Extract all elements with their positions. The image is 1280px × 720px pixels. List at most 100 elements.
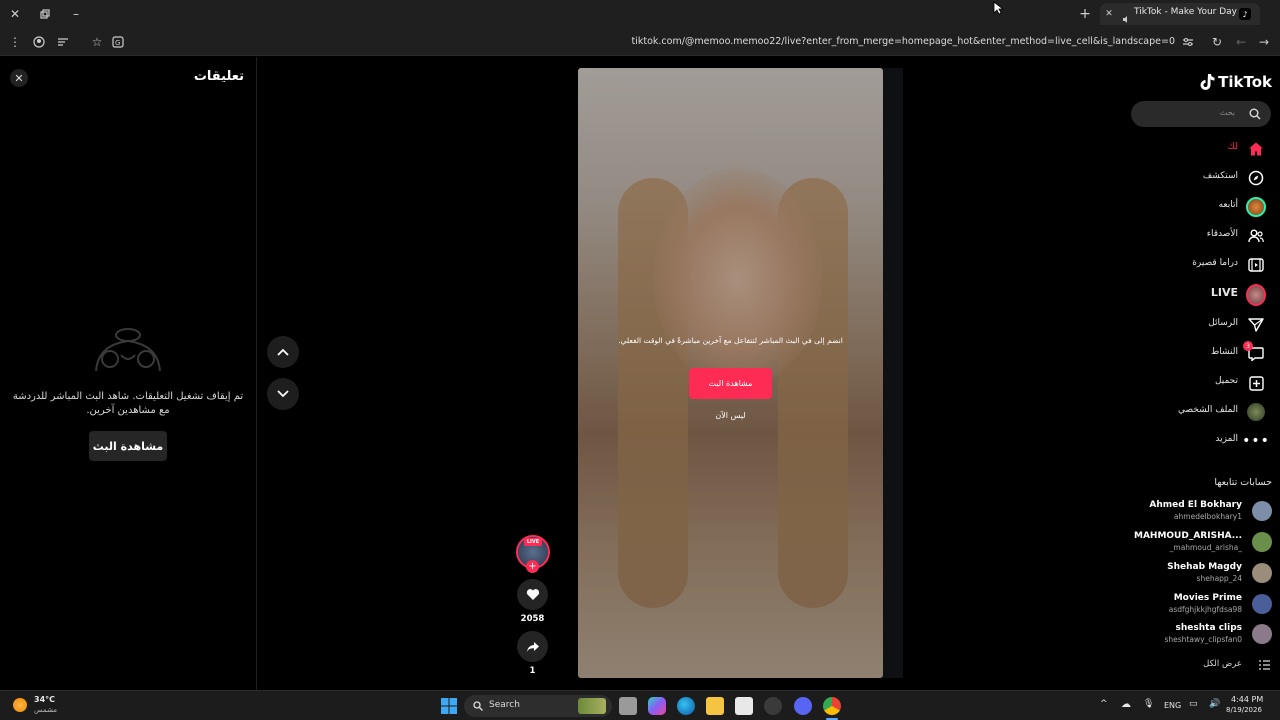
comments-off-message: تم إيقاف تشغيل التعليقات. شاهد البث المب… (12, 391, 244, 416)
not-now-link[interactable]: ليس الآن (698, 411, 763, 420)
copilot-icon[interactable] (648, 697, 666, 715)
sidebar-item-friends[interactable]: الأصدقاء (1120, 224, 1280, 248)
onedrive-cloud-icon[interactable]: ☁ (1121, 699, 1131, 710)
task-view-icon[interactable] (619, 697, 637, 715)
search-icon (473, 701, 483, 711)
browser-toolbar: ⋮ ☆ G tiktok.com/@memoo.memoo22/live?ent… (0, 28, 1280, 56)
chrome-browser-icon[interactable] (823, 697, 841, 715)
following-account[interactable]: Movies Prime asdfghjkkjhgfdsa98 (1120, 592, 1280, 620)
account-handle: asdfghjkkjhgfdsa98 (1168, 605, 1242, 614)
tab-audio-icon (1122, 9, 1131, 23)
search-placeholder: بحث (1219, 108, 1235, 117)
svg-text:G: G (115, 39, 120, 47)
account-name: Shehab Magdy (1167, 562, 1242, 572)
edge-browser-icon[interactable] (677, 697, 695, 715)
browser-menu-icon[interactable]: ⋮ (5, 32, 25, 52)
tiktok-live-page: ✕ تعليقات تم إيقاف تشغيل التعليقات. شاهد… (0, 57, 1280, 690)
microphone-icon[interactable]: 🎙 (1143, 699, 1154, 709)
discord-icon[interactable] (794, 697, 812, 715)
tab-title: TikTok - Make Your Day (1134, 7, 1238, 17)
account-name: sheshta clips (1175, 623, 1242, 633)
watch-live-overlay-button[interactable]: مشاهدة البث (689, 368, 772, 399)
tray-overflow-icon[interactable]: ^ (1100, 699, 1108, 709)
browser-tab[interactable]: ✕ TikTok - Make Your Day ♪ (1100, 3, 1260, 25)
tab-close-icon[interactable]: ✕ (1099, 4, 1119, 24)
following-account[interactable]: Ahmed El Bokhary ahmedelbokhary1 (1120, 499, 1280, 527)
reload-icon[interactable]: ↻ (1207, 32, 1227, 52)
language-indicator[interactable]: ENG (1164, 701, 1181, 710)
share-button[interactable] (517, 631, 548, 662)
forward-icon[interactable]: → (1254, 32, 1274, 52)
sidebar-item-upload[interactable]: تحميل (1120, 371, 1280, 395)
tiktok-note-icon (1200, 74, 1215, 90)
more-icon: ••• (1242, 433, 1270, 449)
sidebar-item-live[interactable]: LIVE (1120, 283, 1280, 307)
account-handle: shehapp_24 (1196, 574, 1242, 583)
file-explorer-icon[interactable] (706, 697, 724, 715)
translate-icon[interactable]: G (108, 32, 128, 52)
github-desktop-icon[interactable] (764, 697, 782, 715)
account-handle: _mahmoud_arisha_ (1169, 543, 1242, 552)
right-sidebar: TikTok بحث لك استكشف أتابعه الأصدقاء درا… (1120, 57, 1280, 690)
see-all-label: عرض الكل (1203, 659, 1242, 669)
see-all-link[interactable]: عرض الكل (1120, 657, 1280, 673)
mouse-cursor-icon (993, 0, 1005, 19)
site-settings-icon[interactable] (1178, 32, 1198, 52)
reading-list-icon[interactable] (53, 32, 73, 52)
tiktok-favicon-icon: ♪ (1239, 8, 1251, 20)
sidebar-item-label: النشاط (1210, 347, 1238, 357)
bookmark-star-icon[interactable]: ☆ (87, 32, 107, 52)
search-highlight-image-icon (578, 698, 606, 714)
window-minimize-icon[interactable]: – (66, 4, 86, 24)
windows-start-icon[interactable] (440, 697, 458, 715)
windows-taskbar: 34°C مشمس Search ^ ☁ 🎙 ENG ▭ 🔊 4:44 PM 8… (0, 690, 1280, 720)
shares-count: 1 (529, 666, 536, 676)
sidebar-item-activity[interactable]: النشاط 3 (1120, 341, 1280, 366)
taskbar-search[interactable]: Search (464, 695, 612, 717)
profile-icon[interactable] (29, 32, 49, 52)
close-comments-icon[interactable]: ✕ (10, 69, 28, 87)
sidebar-item-profile[interactable]: الملف الشخصي (1120, 400, 1280, 424)
next-video-button[interactable] (267, 378, 299, 410)
friends-icon (1246, 226, 1266, 246)
network-icon[interactable]: ▭ (1189, 699, 1198, 709)
avatar (1252, 594, 1272, 614)
search-input[interactable]: بحث (1131, 101, 1271, 127)
like-button[interactable] (517, 579, 548, 610)
watch-live-button[interactable]: مشاهدة البث (89, 431, 167, 461)
live-video-player[interactable]: انضم إلى في البث المباشر لتتفاعل مع آخري… (578, 68, 883, 678)
following-account[interactable]: MAHMOUD_ARISHA... _mahmoud_arisha_ (1120, 530, 1280, 558)
window-close-icon[interactable]: ✕ (5, 4, 25, 24)
new-tab-icon[interactable]: + (1075, 4, 1095, 24)
volume-icon[interactable]: 🔊 (1209, 699, 1220, 709)
heart-icon (526, 589, 539, 600)
following-account[interactable]: Shehab Magdy shehapp_24 (1120, 561, 1280, 589)
clock-date[interactable]: 8/19/2026 (1226, 706, 1262, 714)
window-restore-icon[interactable] (35, 4, 55, 24)
chevron-up-icon (277, 348, 289, 356)
sidebar-item-messages[interactable]: الرسائل (1120, 313, 1280, 337)
follow-plus-icon[interactable]: + (526, 560, 539, 573)
upload-icon (1246, 373, 1266, 393)
sidebar-item-explore[interactable]: استكشف (1120, 166, 1280, 190)
following-account[interactable]: sheshta clips sheshtawy_clipsfan0 (1120, 622, 1280, 650)
comments-panel: ✕ تعليقات تم إيقاف تشغيل التعليقات. شاهد… (0, 57, 257, 690)
sidebar-item-following[interactable]: أتابعه (1120, 195, 1280, 219)
sidebar-item-label: الأصدقاء (1206, 229, 1238, 239)
tiktok-logo[interactable]: TikTok (1192, 71, 1272, 93)
comments-title: تعليقات (193, 69, 244, 84)
address-bar[interactable]: tiktok.com/@memoo.memoo22/live?enter_fro… (600, 36, 1175, 47)
sidebar-item-for-you[interactable]: لك (1120, 137, 1280, 161)
account-name: Ahmed El Bokhary (1149, 500, 1242, 510)
back-icon[interactable]: ← (1231, 32, 1251, 52)
sidebar-item-label: الملف الشخصي (1178, 405, 1238, 415)
chevron-down-icon (277, 390, 289, 398)
sidebar-item-more[interactable]: المزيد ••• (1120, 429, 1280, 453)
clock-time[interactable]: 4:44 PM (1231, 695, 1263, 704)
live-prompt-text: انضم إلى في البث المباشر لتتفاعل مع آخري… (618, 336, 843, 345)
previous-video-button[interactable] (267, 336, 299, 368)
activity-badge: 3 (1243, 341, 1253, 351)
weather-sun-icon[interactable] (13, 698, 27, 712)
sidebar-item-short-drama[interactable]: دراما قصيرة (1120, 253, 1280, 277)
microsoft-store-icon[interactable] (735, 697, 753, 715)
